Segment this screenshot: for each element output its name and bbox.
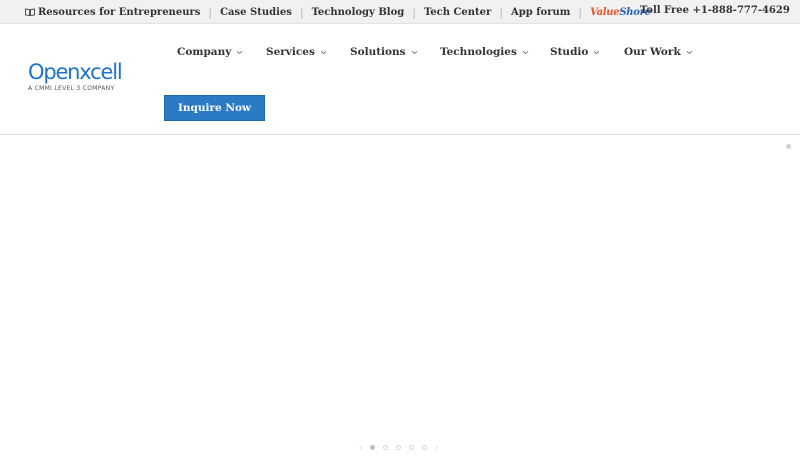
logo-tagline: A CMMI LEVEL 3 COMPANY: [28, 85, 115, 92]
chevron-down-icon: [320, 50, 327, 55]
case-studies-link[interactable]: Case Studies: [220, 7, 292, 18]
top-utility-bar: Resources for Entrepreneurs | Case Studi…: [0, 0, 800, 24]
openxcell-logo[interactable]: Openxcell A CMMI LEVEL 3 COMPANY: [28, 60, 138, 92]
separator: |: [208, 5, 213, 19]
nav-item-our-work[interactable]: Our Work: [624, 46, 693, 58]
nav-item-studio[interactable]: Studio: [550, 46, 600, 58]
nav-item-technologies[interactable]: Technologies: [440, 46, 529, 58]
nav-item-label: Company: [177, 46, 232, 58]
nav-item-label: Studio: [550, 46, 589, 58]
nav-item-solutions[interactable]: Solutions: [350, 46, 418, 58]
slider-dot[interactable]: [370, 444, 376, 450]
resources-link-label: Resources for Entrepreneurs: [38, 6, 201, 18]
tech-center-link[interactable]: Tech Center: [424, 7, 491, 18]
nav-item-label: Services: [266, 46, 315, 58]
separator: |: [578, 5, 583, 19]
book-icon: [25, 8, 35, 16]
slider-pager: ‹ ›: [355, 441, 442, 453]
slider-dot[interactable]: [396, 444, 402, 450]
nav-item-label: Our Work: [624, 46, 681, 58]
side-indicator-dot: [786, 144, 791, 149]
logo-wordmark: Openxcell: [28, 60, 123, 84]
utility-links: Resources for Entrepreneurs | Case Studi…: [25, 0, 651, 24]
nav-item-label: Technologies: [440, 46, 517, 58]
chevron-down-icon: [594, 50, 600, 55]
slider-dot[interactable]: [422, 444, 428, 450]
resources-link[interactable]: Resources for Entrepreneurs: [25, 7, 200, 18]
nav-item-company[interactable]: Company: [177, 46, 243, 58]
chevron-down-icon: [237, 50, 243, 55]
nav-item-services[interactable]: Services: [266, 46, 327, 58]
valueshore-part1: Value: [590, 6, 620, 18]
slider-dot[interactable]: [383, 444, 389, 450]
technology-blog-link[interactable]: Technology Blog: [312, 7, 405, 18]
chevron-down-icon: [522, 50, 529, 55]
slider-next-arrow[interactable]: ›: [435, 443, 438, 452]
separator: |: [499, 5, 504, 19]
chevron-down-icon: [411, 50, 417, 55]
app-forum-link[interactable]: App forum: [511, 7, 570, 18]
slider-prev-arrow[interactable]: ‹: [359, 443, 362, 452]
separator: |: [412, 5, 416, 19]
site-header: Openxcell A CMMI LEVEL 3 COMPANY Company…: [0, 24, 800, 135]
nav-item-label: Solutions: [350, 46, 406, 58]
chevron-down-icon: [686, 50, 693, 55]
slider-dot[interactable]: [409, 444, 415, 450]
separator: |: [299, 5, 304, 19]
toll-free-number[interactable]: Toll Free +1-888-777-4629: [640, 0, 790, 22]
inquire-now-button[interactable]: Inquire Now: [164, 95, 265, 121]
